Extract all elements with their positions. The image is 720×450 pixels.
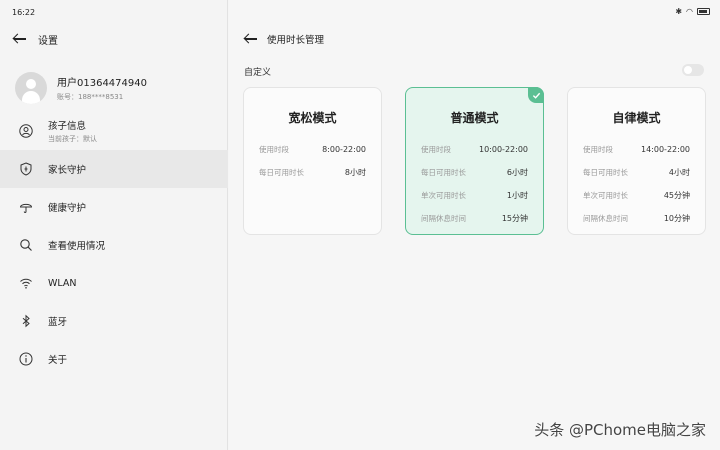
- search-icon: [18, 237, 34, 253]
- avatar: [15, 72, 47, 104]
- status-icons: ✱ ◠: [675, 7, 710, 16]
- sidebar-item-parental-guard[interactable]: 家长守护: [0, 150, 228, 188]
- person-icon: [18, 123, 34, 139]
- watermark: 头条 @PChome电脑之家: [534, 421, 706, 439]
- user-profile[interactable]: 用户01364474940 账号：188****8531: [15, 72, 147, 104]
- info-icon: [18, 351, 34, 367]
- mode-row: 间隔休息时间 15分钟: [421, 214, 528, 223]
- sidebar-item-about[interactable]: 关于: [0, 340, 228, 378]
- content-title: 使用时长管理: [267, 35, 325, 46]
- mode-title: 普通模式: [450, 111, 499, 125]
- wifi-status-icon: ◠: [686, 7, 693, 16]
- umbrella-icon: [18, 199, 34, 215]
- check-icon: [528, 87, 544, 103]
- mode-row: 间隔休息时间 10分钟: [583, 214, 690, 223]
- mode-card-relaxed[interactable]: 宽松模式 使用时段 8:00-22:00 每日可用时长 8小时: [243, 87, 382, 235]
- mode-card-normal[interactable]: 普通模式 使用时段 10:00-22:00 每日可用时长 6小时 单次可用时长 …: [405, 87, 544, 235]
- mode-row: 每日可用时长 4小时: [583, 168, 690, 177]
- sidebar-item-bluetooth[interactable]: 蓝牙: [0, 302, 228, 340]
- user-name: 用户01364474940: [57, 78, 147, 89]
- mode-row: 使用时段 8:00-22:00: [259, 145, 366, 154]
- settings-sidebar: 16:22 设置 用户01364474940 账号：188****8531 孩子…: [0, 0, 228, 450]
- mode-row: 每日可用时长 6小时: [421, 168, 528, 177]
- content-panel: ✱ ◠ 使用时长管理 自定义 宽松模式 使用时段 8:00-22:00 每日可用…: [229, 0, 720, 450]
- status-time: 16:22: [12, 8, 36, 17]
- mode-card-self-discipline[interactable]: 自律模式 使用时段 14:00-22:00 每日可用时长 4小时 单次可用时长 …: [567, 87, 706, 235]
- custom-label: 自定义: [244, 68, 272, 78]
- user-account: 账号：188****8531: [57, 93, 124, 101]
- sidebar-item-child-info[interactable]: 孩子信息 当前孩子：默认: [0, 112, 228, 150]
- back-arrow-icon[interactable]: [243, 31, 259, 47]
- custom-toggle[interactable]: [682, 64, 704, 76]
- sidebar-nav: 孩子信息 当前孩子：默认 家长守护 健康守护 查看使用情况 WLAN 蓝牙 关于: [0, 112, 228, 378]
- bluetooth-status-icon: ✱: [675, 7, 683, 16]
- sidebar-item-wlan[interactable]: WLAN: [0, 264, 228, 302]
- mode-row: 单次可用时长 1小时: [421, 191, 528, 200]
- mode-title: 自律模式: [612, 111, 661, 125]
- wifi-icon: [18, 275, 34, 291]
- page-title: 设置: [38, 35, 58, 47]
- battery-icon: [697, 8, 710, 15]
- shield-icon: [18, 161, 34, 177]
- bluetooth-icon: [18, 313, 34, 329]
- mode-row: 使用时段 10:00-22:00: [421, 145, 528, 154]
- mode-row: 单次可用时长 45分钟: [583, 191, 690, 200]
- mode-row: 使用时段 14:00-22:00: [583, 145, 690, 154]
- back-arrow-icon[interactable]: [12, 31, 28, 47]
- sidebar-item-health-guard[interactable]: 健康守护: [0, 188, 228, 226]
- content-header: 使用时长管理: [243, 31, 324, 47]
- sidebar-item-usage[interactable]: 查看使用情况: [0, 226, 228, 264]
- sidebar-header: 设置: [12, 31, 58, 47]
- mode-title: 宽松模式: [288, 111, 337, 125]
- mode-row: 每日可用时长 8小时: [259, 168, 366, 177]
